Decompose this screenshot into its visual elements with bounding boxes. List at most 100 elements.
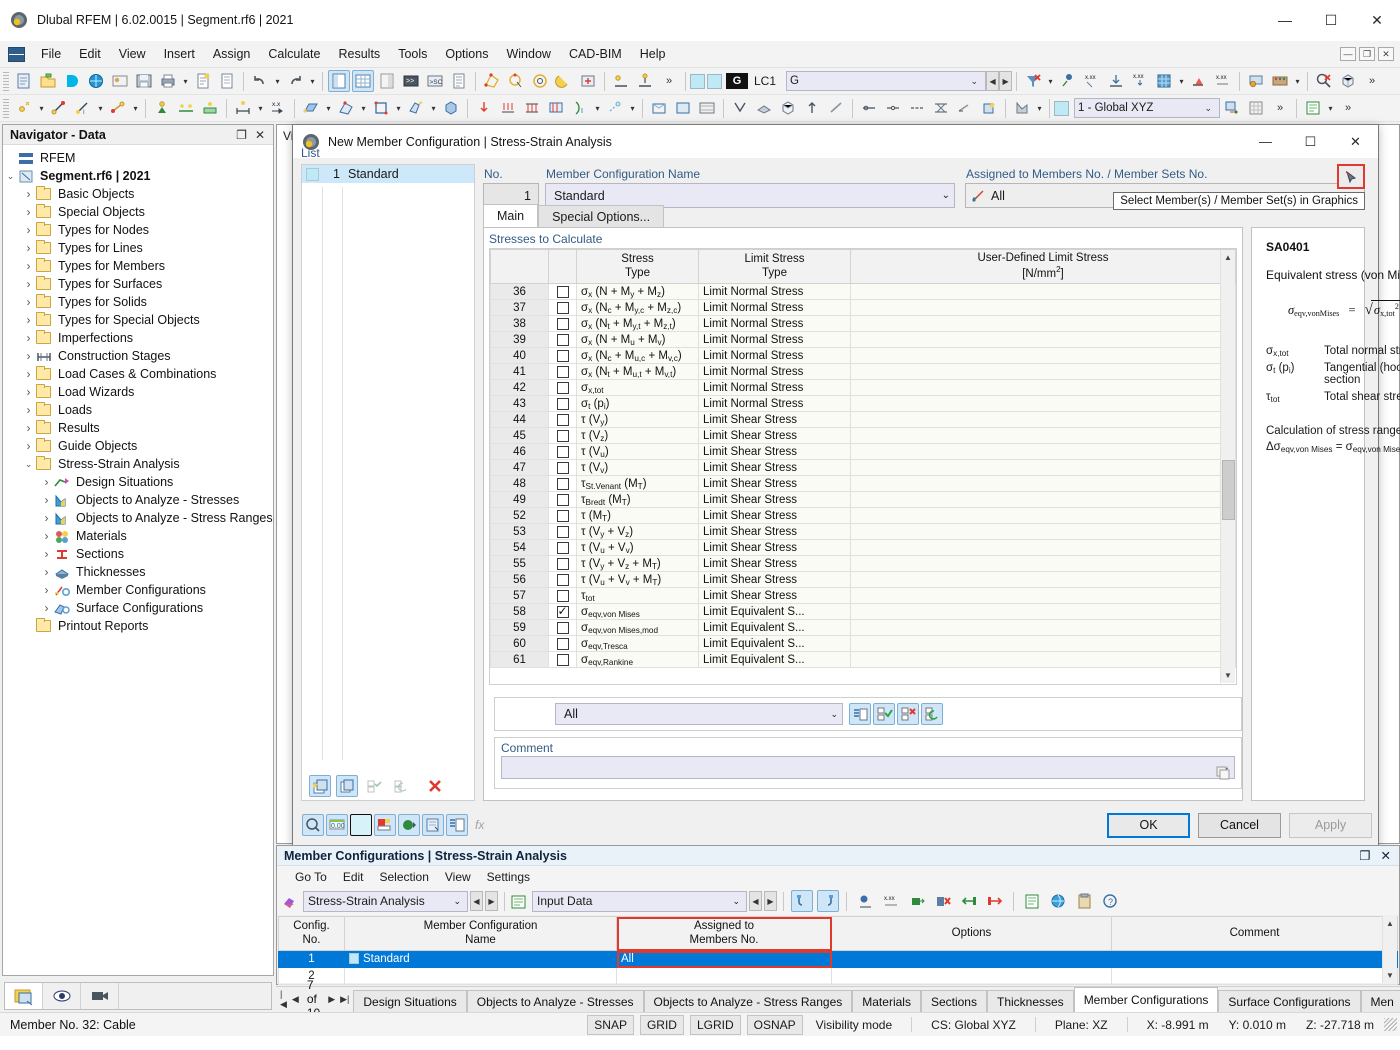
- support-reaction-icon[interactable]: [1188, 70, 1210, 92]
- status-toggle-lgrid[interactable]: LGRID: [689, 1014, 741, 1035]
- stress-row[interactable]: 38 σx (Nt + My,t + Mz,t) Limit Normal Stre…: [490, 315, 1236, 333]
- stress-row-checkbox-cell[interactable]: [548, 491, 577, 509]
- stress-row-checkbox-cell[interactable]: [548, 299, 577, 317]
- stress-filter-combo[interactable]: All ⌄: [555, 703, 843, 725]
- dialog-maximize-button[interactable]: ☐: [1288, 125, 1333, 158]
- chevron-right-icon[interactable]: ›: [39, 583, 54, 597]
- stress-row-checkbox[interactable]: [556, 461, 569, 474]
- model-info-icon[interactable]: [109, 70, 131, 92]
- prev-page-icon[interactable]: ◀: [292, 994, 299, 1005]
- chevron-right-icon[interactable]: ›: [21, 187, 36, 201]
- print-dropdown-icon[interactable]: ▾: [180, 70, 191, 92]
- stress-row-user-limit[interactable]: [850, 363, 1236, 381]
- mdi-restore-button[interactable]: ❐: [1359, 47, 1375, 61]
- release-icon-1[interactable]: [858, 97, 880, 119]
- new-configuration-icon[interactable]: [309, 775, 331, 797]
- overflow-icon-1[interactable]: »: [658, 70, 680, 92]
- move-left-icon[interactable]: [958, 890, 980, 912]
- stress-row[interactable]: 44 τ (Vy) Limit Shear Stress: [490, 411, 1236, 429]
- bottom-tab-men[interactable]: Men: [1360, 990, 1400, 1012]
- select-ring-icon[interactable]: [529, 70, 551, 92]
- stress-row-checkbox-cell[interactable]: [548, 619, 577, 637]
- stress-row-checkbox-cell[interactable]: [548, 379, 577, 397]
- stress-row-checkbox[interactable]: [556, 573, 569, 586]
- stress-row-checkbox[interactable]: [556, 541, 569, 554]
- bottom-close-icon[interactable]: ✕: [1381, 848, 1391, 863]
- line-tool-icon[interactable]: [825, 97, 847, 119]
- node-snap-down-icon[interactable]: [634, 70, 656, 92]
- menu-item-window[interactable]: Window: [497, 43, 559, 65]
- list-view-icon[interactable]: [448, 70, 470, 92]
- stress-row-user-limit[interactable]: [850, 395, 1236, 413]
- chevron-right-icon[interactable]: ›: [21, 367, 36, 381]
- minimize-button[interactable]: —: [1262, 0, 1308, 41]
- stress-row-checkbox-cell[interactable]: [548, 331, 577, 349]
- tree-item-special-objects[interactable]: › Special Objects: [3, 203, 273, 221]
- stress-row-checkbox[interactable]: [556, 365, 569, 378]
- nodal-load-icon[interactable]: [473, 97, 495, 119]
- redo-icon[interactable]: [284, 70, 306, 92]
- select-members-graphics-button[interactable]: [1337, 164, 1365, 189]
- reaction-xxx-icon[interactable]: x.xx: [1212, 70, 1234, 92]
- member-load-icon[interactable]: [497, 97, 519, 119]
- row-assigned-members[interactable]: [616, 967, 832, 985]
- copy-configuration-icon[interactable]: [336, 775, 358, 797]
- tree-item-thicknesses[interactable]: › Thicknesses: [3, 563, 273, 581]
- eccentricity-icon[interactable]: [954, 97, 976, 119]
- table-export-icon[interactable]: [1302, 97, 1324, 119]
- next-load-case-button[interactable]: ▶: [999, 71, 1013, 91]
- stress-row[interactable]: 45 τ (Vz) Limit Shear Stress: [490, 427, 1236, 445]
- toolbar-grip[interactable]: [3, 71, 9, 91]
- stress-row-checkbox-cell[interactable]: [548, 395, 577, 413]
- view-shade-icon[interactable]: [753, 97, 775, 119]
- tree-item-member-configurations[interactable]: › Member Configurations: [3, 581, 273, 599]
- import-model-icon[interactable]: [85, 70, 107, 92]
- tree-item-objects-to-analyze-stresses[interactable]: › Objects to Analyze - Stresses: [3, 491, 273, 509]
- bottom-tab-sections[interactable]: Sections: [920, 990, 987, 1012]
- stress-row-checkbox[interactable]: [556, 413, 569, 426]
- save-icon[interactable]: [133, 70, 155, 92]
- stress-row-user-limit[interactable]: [850, 411, 1236, 429]
- view-iso-icon[interactable]: [777, 97, 799, 119]
- close-button[interactable]: ✕: [1354, 0, 1400, 41]
- tree-item-results[interactable]: › Results: [3, 419, 273, 437]
- stress-row-user-limit[interactable]: [850, 443, 1236, 461]
- stress-row-checkbox[interactable]: [556, 525, 569, 538]
- dialog-close-button[interactable]: ✕: [1333, 125, 1378, 158]
- stress-row-checkbox-cell[interactable]: [548, 347, 577, 365]
- stress-row-checkbox-cell[interactable]: [548, 523, 577, 541]
- menu-item-results[interactable]: Results: [330, 43, 390, 65]
- ok-button[interactable]: OK: [1107, 812, 1190, 838]
- dialog-minimize-button[interactable]: —: [1243, 125, 1288, 158]
- bottom-menu-view[interactable]: View: [437, 868, 479, 886]
- check-all-icon[interactable]: [873, 703, 895, 725]
- apply-button[interactable]: Apply: [1289, 812, 1372, 838]
- chevron-right-icon[interactable]: ›: [21, 223, 36, 237]
- stress-row[interactable]: 53 τ (Vy + Vz) Limit Shear Stress: [490, 523, 1236, 541]
- cancel-button[interactable]: Cancel: [1198, 812, 1281, 838]
- tree-item-stress-strain-analysis[interactable]: ⌄ Stress-Strain Analysis: [3, 455, 273, 473]
- move-right-icon[interactable]: [984, 890, 1006, 912]
- new-node-icon[interactable]: [13, 97, 35, 119]
- stress-row-user-limit[interactable]: [850, 603, 1236, 621]
- stress-row-checkbox[interactable]: [556, 397, 569, 410]
- navigator-float-icon[interactable]: ❐: [236, 128, 247, 142]
- tree-item-types-for-surfaces[interactable]: › Types for Surfaces: [3, 275, 273, 293]
- import-rows-icon[interactable]: [906, 890, 928, 912]
- label-settings-icon[interactable]: [374, 814, 396, 836]
- tree-item-sections[interactable]: › Sections: [3, 545, 273, 563]
- render-film-icon[interactable]: [696, 97, 718, 119]
- row-config-name[interactable]: Standard: [344, 950, 617, 968]
- stress-row[interactable]: 41 σx (Nt + Mu,t + Mv,t) Limit Normal Stre…: [490, 363, 1236, 381]
- last-page-icon[interactable]: ▶|: [340, 994, 349, 1005]
- tree-item-types-for-lines[interactable]: › Types for Lines: [3, 239, 273, 257]
- stress-row-checkbox-cell[interactable]: [548, 635, 577, 653]
- units-icon[interactable]: 0,00: [326, 814, 348, 836]
- stress-row-checkbox[interactable]: [556, 429, 569, 442]
- stress-row-checkbox-cell[interactable]: [548, 475, 577, 493]
- stress-row-checkbox[interactable]: [556, 349, 569, 362]
- tree-item-guide-objects[interactable]: › Guide Objects: [3, 437, 273, 455]
- stress-row-checkbox[interactable]: [556, 477, 569, 490]
- render-view-icon[interactable]: [398, 814, 420, 836]
- stress-row[interactable]: 47 τ (Vv) Limit Shear Stress: [490, 459, 1236, 477]
